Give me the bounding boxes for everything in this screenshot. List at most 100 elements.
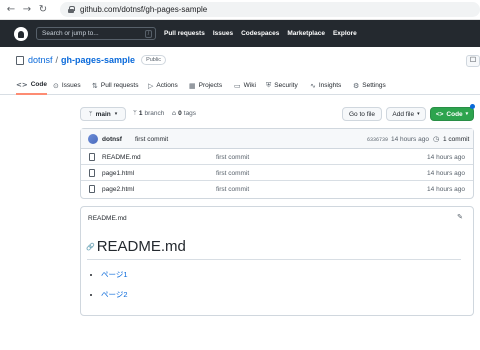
tab-insights-label: Insights	[318, 82, 342, 89]
table-icon: ▦	[189, 81, 196, 90]
lock-icon	[68, 5, 75, 13]
divider	[87, 259, 461, 260]
list-item: ページ1	[101, 269, 128, 280]
file-icon	[89, 169, 95, 177]
tab-security[interactable]: ⛨ Security	[266, 76, 298, 95]
branch-count: 1	[138, 109, 143, 117]
nav-explore[interactable]: Explore	[333, 30, 357, 37]
readme-heading-text: README.md	[96, 238, 186, 255]
branches-link[interactable]: ᛘ 1 branch	[133, 109, 164, 117]
branch-select-button[interactable]: ᛘ main ▾	[80, 107, 126, 121]
go-to-file-button[interactable]: Go to file	[342, 107, 382, 121]
file-icon	[89, 153, 95, 161]
issue-icon: ⊙	[53, 81, 59, 90]
nav-codespaces[interactable]: Codespaces	[241, 30, 279, 37]
address-url: github.com/dotnsf/gh-pages-sample	[80, 5, 208, 14]
commit-sha[interactable]: 6336739	[367, 137, 388, 143]
file-commit-message[interactable]: first commit	[216, 154, 249, 161]
repo-name-link[interactable]: gh-pages-sample	[61, 55, 135, 65]
table-row: page2.html first commit 14 hours ago	[81, 181, 473, 197]
chevron-down-icon: ▾	[465, 111, 469, 117]
readme-panel: README.md ✎ 🔗 README.md ページ1 ページ2	[80, 206, 474, 316]
forward-arrow-icon[interactable]: →	[22, 4, 32, 16]
code-button-label: Code	[446, 110, 463, 118]
commit-count-link[interactable]: 1 commit	[443, 136, 469, 143]
add-file-label: Add file	[392, 110, 415, 118]
tab-projects-label: Projects	[198, 82, 223, 89]
branch-icon: ᛘ	[88, 110, 93, 118]
play-icon: ▷	[148, 81, 154, 90]
add-file-button[interactable]: Add file ▾	[386, 107, 426, 121]
table-row: page1.html first commit 14 hours ago	[81, 165, 473, 181]
history-icon: ◷	[433, 135, 440, 143]
readme-link-list: ページ1 ページ2	[101, 269, 128, 309]
chevron-down-icon: ▾	[114, 111, 118, 117]
table-row: README.md first commit 14 hours ago	[81, 149, 473, 165]
readme-file-label[interactable]: README.md	[88, 215, 127, 222]
latest-commit-row: dotnsf first commit 6336739 14 hours ago…	[81, 129, 473, 149]
pull-request-icon: ⇅	[92, 81, 98, 90]
tab-insights[interactable]: ∿ Insights	[310, 76, 341, 95]
graph-icon: ∿	[310, 81, 316, 90]
bell-icon[interactable]: ☐	[466, 55, 480, 67]
book-icon: ▭	[234, 81, 241, 90]
nav-marketplace[interactable]: Marketplace	[287, 30, 325, 37]
search-shortcut-key: /	[145, 30, 152, 38]
tag-icon: ⌂	[172, 109, 177, 117]
address-bar[interactable]: github.com/dotnsf/gh-pages-sample	[60, 2, 480, 17]
pencil-icon[interactable]: ✎	[457, 213, 463, 221]
shield-icon: ⛨	[266, 81, 272, 89]
tab-code-label: Code	[30, 81, 47, 88]
search-placeholder: Search or jump to...	[42, 30, 99, 37]
readme-header: README.md ✎	[81, 207, 473, 228]
file-list: dotnsf first commit 6336739 14 hours ago…	[80, 128, 474, 199]
repo-icon	[16, 55, 24, 65]
notification-dot	[470, 104, 475, 109]
tab-actions[interactable]: ▷ Actions	[148, 76, 178, 95]
chevron-down-icon: ▾	[417, 111, 420, 117]
tab-wiki-label: Wiki	[243, 82, 256, 89]
tab-projects[interactable]: ▦ Projects	[189, 76, 222, 95]
file-name-link[interactable]: page1.html	[102, 170, 134, 177]
code-icon: <>	[16, 80, 28, 89]
search-input[interactable]: Search or jump to... /	[36, 27, 156, 40]
file-name-link[interactable]: page2.html	[102, 186, 134, 193]
avatar[interactable]	[88, 134, 98, 144]
tab-settings-label: Settings	[362, 82, 386, 89]
tab-issues[interactable]: ⊙ Issues	[53, 76, 81, 95]
tab-code[interactable]: <> Code	[16, 76, 47, 95]
file-commit-message[interactable]: first commit	[216, 186, 249, 193]
commit-author[interactable]: dotnsf	[102, 136, 122, 143]
tab-wiki[interactable]: ▭ Wiki	[234, 76, 256, 95]
repo-title: dotnsf / gh-pages-sample Public	[16, 55, 167, 65]
commit-time: 14 hours ago	[391, 136, 429, 143]
tab-security-label: Security	[274, 82, 298, 89]
global-nav: Pull requests Issues Codespaces Marketpl…	[164, 30, 357, 37]
tab-actions-label: Actions	[156, 82, 178, 89]
code-icon: <>	[435, 110, 444, 118]
branch-icon: ᛘ	[133, 109, 137, 117]
page1-link[interactable]: ページ1	[101, 270, 128, 279]
code-button[interactable]: <> Code ▾	[430, 107, 474, 121]
file-time: 14 hours ago	[427, 170, 465, 177]
gear-icon: ⚙	[353, 81, 360, 90]
repo-tabs: <> Code ⊙ Issues ⇅ Pull requests ▷ Actio…	[0, 76, 480, 95]
tab-pull-requests[interactable]: ⇅ Pull requests	[92, 76, 138, 95]
tab-pull-requests-label: Pull requests	[100, 82, 139, 89]
page2-link[interactable]: ページ2	[101, 290, 128, 299]
file-commit-message[interactable]: first commit	[216, 170, 249, 177]
nav-pull-requests[interactable]: Pull requests	[164, 30, 205, 37]
branch-name: main	[95, 110, 111, 118]
file-name-link[interactable]: README.md	[102, 154, 141, 161]
reload-icon[interactable]: ↻	[38, 4, 48, 16]
tags-link[interactable]: ⌂ 0 tags	[172, 109, 196, 117]
repo-owner-link[interactable]: dotnsf	[28, 55, 53, 65]
list-item: ページ2	[101, 289, 128, 300]
back-arrow-icon[interactable]: ←	[6, 4, 16, 16]
visibility-badge: Public	[141, 55, 167, 65]
nav-issues[interactable]: Issues	[213, 30, 233, 37]
link-icon[interactable]: 🔗	[86, 243, 95, 251]
tab-settings[interactable]: ⚙ Settings	[353, 76, 386, 95]
commit-message[interactable]: first commit	[135, 136, 168, 143]
github-logo-icon[interactable]	[14, 26, 28, 41]
